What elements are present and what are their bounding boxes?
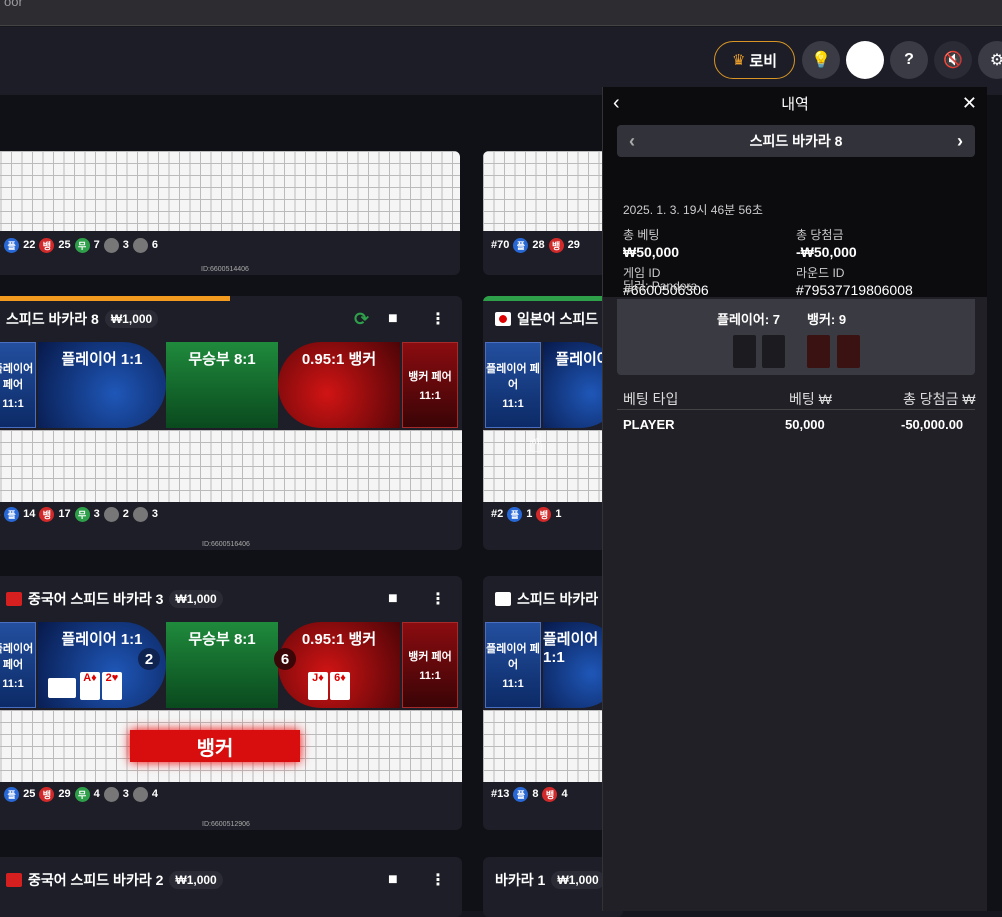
more-icon[interactable]: ⋮ xyxy=(430,870,446,890)
banker-dot-icon: 뱅 xyxy=(39,506,55,522)
table-title: 중국어 스피드 바카라 3 ₩1,000 ■ ⋮ xyxy=(0,576,462,622)
winner-banner: 뱅커 xyxy=(130,730,300,762)
table-id: ID:6600512906 xyxy=(202,821,250,828)
round-details: ‹ 스피드 바카라 8 › 2025. 1. 3. 19시 46분 56초 총 … xyxy=(603,119,987,298)
tie-dot-icon: 무 xyxy=(74,506,90,522)
divider xyxy=(617,409,975,410)
video-icon[interactable]: ■ xyxy=(388,310,398,328)
bead-road xyxy=(0,430,462,502)
card-2-heart: 2♥ xyxy=(102,672,122,700)
history-panel: ‹ 내역 ✕ ‹ 스피드 바카라 8 › 2025. 1. 3. 19시 46분… xyxy=(602,87,987,911)
table-card-chinese-speed-baccarat-3[interactable]: 중국어 스피드 바카라 3₩1,000 ■ ⋮ 플레이어 페어11:1 플레이어… xyxy=(0,576,462,830)
banker-dot-icon: 뱅 xyxy=(542,786,558,802)
china-flag-icon xyxy=(6,592,22,606)
banker-pair-bet[interactable]: 뱅커 페어 11:1 xyxy=(402,622,458,708)
banker-score: 6 xyxy=(274,648,296,670)
more-icon[interactable]: ⋮ xyxy=(430,589,446,609)
card-j-diamond: J♦ xyxy=(308,672,328,700)
player-dot-icon: 플 xyxy=(513,237,529,253)
player-pair-bet[interactable]: 플레이어 페어11:1 xyxy=(485,342,541,428)
pair-dot-icon xyxy=(103,786,119,802)
app-header: ♛ 로비 💡 ? 🔇 ⚙ xyxy=(0,27,1002,95)
video-icon[interactable]: ■ xyxy=(388,590,398,608)
banker-dot-icon: 뱅 xyxy=(39,237,55,253)
tie-bet[interactable]: 무승부 8:1 xyxy=(166,622,278,708)
pair-dot-icon xyxy=(103,237,119,253)
browser-topstrip: oor xyxy=(0,0,1002,26)
player-bet[interactable]: 플레이어 1:1 2 A♦ 2♥ xyxy=(38,622,166,708)
korea-flag-icon xyxy=(495,592,511,606)
card-6-diamond: 6♦ xyxy=(330,672,350,700)
pair-dot-icon xyxy=(132,786,148,802)
banker-card xyxy=(807,335,830,368)
hint-icon[interactable]: 💡 xyxy=(802,41,840,79)
china-flag-icon xyxy=(6,873,22,887)
player-dot-icon: 플 xyxy=(4,506,20,522)
prev-round-icon[interactable]: ‹ xyxy=(629,131,635,152)
stats-bar: 4 플14 뱅17 무3 2 3 xyxy=(0,504,462,524)
table-id: ID:6600514406 xyxy=(201,266,249,273)
settings-icon[interactable]: ⚙ xyxy=(978,41,1002,79)
next-round-icon[interactable]: › xyxy=(957,131,963,152)
player-pair-bet[interactable]: 플레이어 페어11:1 xyxy=(0,622,36,708)
player-card xyxy=(762,335,785,368)
pair-dot-icon xyxy=(103,506,119,522)
video-icon[interactable]: ■ xyxy=(388,871,398,889)
player-dot-icon: 플 xyxy=(4,237,20,253)
round-navigator: ‹ 스피드 바카라 8 › xyxy=(617,125,975,157)
card-a-diamond: A♦ xyxy=(80,672,100,700)
banker-dot-icon: 뱅 xyxy=(548,237,564,253)
table-title: 스피드 바카라 8 ₩1,000 ⟳ ■ ⋮ xyxy=(6,308,446,330)
japan-flag-icon xyxy=(495,312,511,326)
table-id: ID:6600516406 xyxy=(202,541,250,548)
player-card xyxy=(733,335,756,368)
player-dot-icon: 플 xyxy=(507,506,523,522)
banker-bet[interactable]: 0.95:1 뱅커 xyxy=(278,342,400,428)
banker-card xyxy=(837,335,860,368)
table-card[interactable]: 4 플22 뱅25 무7 3 6 ID:6600514406 xyxy=(0,151,460,275)
refresh-icon[interactable]: ⟳ xyxy=(354,309,369,330)
banker-dot-icon: 뱅 xyxy=(536,506,552,522)
banker-bet[interactable]: 0.95:1 뱅커 6 J♦ 6♦ xyxy=(274,622,400,708)
player-bet[interactable]: 플레이어 1:1 xyxy=(38,342,166,428)
tie-bet[interactable]: 무승부 8:1 xyxy=(166,342,278,428)
stats-bar: 4 플22 뱅25 무7 3 6 xyxy=(0,235,460,255)
hand-cursor-icon: ☝ xyxy=(528,428,544,458)
panel-header: ‹ 내역 ✕ xyxy=(603,87,987,119)
avatar[interactable] xyxy=(846,41,884,79)
table-card-chinese-speed-baccarat-2[interactable]: 중국어 스피드 바카라 2 ₩1,000 ■ ⋮ xyxy=(0,857,462,917)
pair-dot-icon xyxy=(132,237,148,253)
player-score: 2 xyxy=(138,648,160,670)
tie-dot-icon: 무 xyxy=(74,786,90,802)
stats-bar: 8 플25 뱅29 무4 3 4 xyxy=(0,784,462,804)
table-title: 중국어 스피드 바카라 2 ₩1,000 ■ ⋮ xyxy=(0,857,462,903)
lobby-button[interactable]: ♛ 로비 xyxy=(714,41,795,79)
player-pair-bet[interactable]: 플레이어 페어11:1 xyxy=(485,622,541,708)
close-icon[interactable]: ✕ xyxy=(962,93,977,114)
crown-icon: ♛ xyxy=(731,52,746,69)
player-dot-icon: 플 xyxy=(4,786,20,802)
banker-dot-icon: 뱅 xyxy=(39,786,55,802)
table-card-speed-baccarat-8[interactable]: 스피드 바카라 8₩1,000 ⟳ ■ ⋮ 플레이어 페어11:1 플레이어 1… xyxy=(0,296,462,550)
more-icon[interactable]: ⋮ xyxy=(430,309,446,329)
player-dot-icon: 플 xyxy=(513,786,529,802)
card-blank xyxy=(48,678,76,698)
banker-pair-bet[interactable]: 뱅커 페어 11:1 xyxy=(402,342,458,428)
tie-dot-icon: 무 xyxy=(74,237,90,253)
help-icon[interactable]: ? xyxy=(890,41,928,79)
player-pair-bet[interactable]: 플레이어 페어11:1 xyxy=(0,342,36,428)
bead-road xyxy=(0,151,460,231)
mute-icon[interactable]: 🔇 xyxy=(934,41,972,79)
back-icon[interactable]: ‹ xyxy=(613,92,620,115)
pair-dot-icon xyxy=(132,506,148,522)
round-result: 플레이어: 7 뱅커: 9 xyxy=(617,299,975,375)
